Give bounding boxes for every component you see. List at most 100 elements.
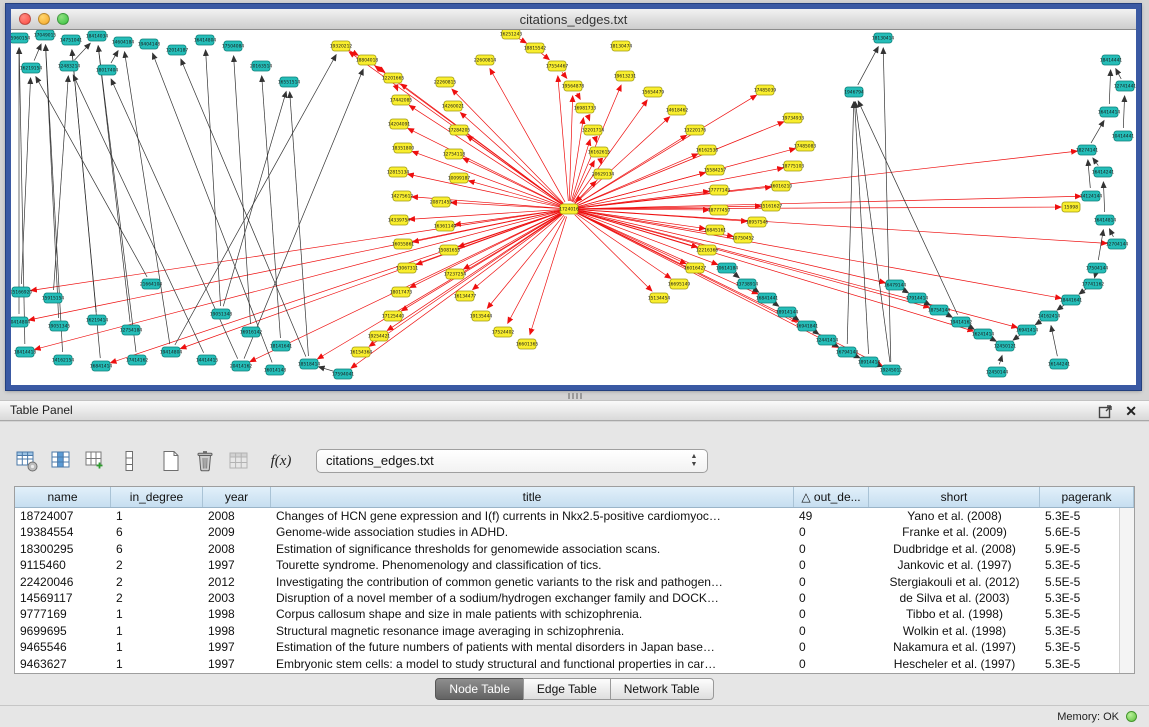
- graph-node[interactable]: 17777143: [708, 185, 731, 195]
- graph-node[interactable]: 18130414: [872, 33, 895, 43]
- column-header[interactable]: year: [203, 487, 271, 507]
- graph-node[interactable]: 17442085: [390, 95, 413, 105]
- graph-node[interactable]: 14124144: [1080, 191, 1103, 201]
- graph-node[interactable]: 18130474: [610, 41, 633, 51]
- graph-node[interactable]: 16016210: [770, 181, 793, 191]
- graph-node[interactable]: 17284205: [448, 125, 471, 135]
- graph-node[interactable]: 18957546: [746, 217, 769, 227]
- graph-node[interactable]: 17554467: [546, 61, 569, 71]
- table-row[interactable]: 969969511998Structural magnetic resonanc…: [15, 623, 1134, 639]
- graph-node[interactable]: 25166920: [11, 287, 32, 297]
- new-network-icon[interactable]: [158, 448, 184, 474]
- graph-node[interactable]: 14275612: [391, 191, 414, 201]
- table-row[interactable]: 2242004622012Investigating the contribut…: [15, 574, 1134, 590]
- graph-node[interactable]: 16601365: [516, 339, 539, 349]
- close-panel-icon[interactable]: ✕: [1125, 402, 1137, 421]
- graph-node[interactable]: 17524402: [492, 327, 515, 337]
- graph-node[interactable]: 16551514: [278, 77, 301, 87]
- graph-node[interactable]: 12014187: [166, 45, 189, 55]
- graph-node[interactable]: 19245012: [880, 365, 903, 375]
- graph-node[interactable]: 16695149: [668, 279, 691, 289]
- graph-node[interactable]: 16251243: [500, 30, 523, 39]
- graph-node[interactable]: 22260815: [434, 77, 457, 87]
- graph-node[interactable]: 17504144: [1086, 263, 1109, 273]
- graph-node[interactable]: 20629134: [592, 169, 615, 179]
- memory-status-indicator[interactable]: [1126, 711, 1137, 722]
- graph-node[interactable]: 14604184: [112, 37, 135, 47]
- graph-node[interactable]: 17594041: [332, 369, 355, 379]
- graph-node[interactable]: 14260021: [442, 101, 465, 111]
- graph-node[interactable]: 16981733: [574, 103, 597, 113]
- graph-node[interactable]: 18141641: [270, 341, 293, 351]
- graph-node[interactable]: 18914414: [858, 357, 881, 367]
- graph-node[interactable]: 16414241: [1092, 167, 1115, 177]
- graph-node[interactable]: 19613231: [614, 71, 637, 81]
- graph-node[interactable]: 19414804: [160, 347, 183, 357]
- graph-node[interactable]: 12216366: [696, 245, 719, 255]
- graph-node[interactable]: 15584257: [704, 165, 727, 175]
- graph-node[interactable]: 16479144: [884, 280, 907, 290]
- graph-node[interactable]: 10614184: [716, 263, 739, 273]
- graph-node[interactable]: 17504084: [222, 41, 245, 51]
- graph-node[interactable]: 16162536: [696, 145, 719, 155]
- row-height-icon[interactable]: [116, 448, 142, 474]
- graph-node[interactable]: 10414804: [11, 317, 30, 327]
- graph-node[interactable]: 12815134: [387, 167, 410, 177]
- graph-node[interactable]: 12704144: [1106, 239, 1129, 249]
- window-titlebar[interactable]: citations_edges.txt: [11, 9, 1136, 30]
- graph-node[interactable]: 17741162: [1082, 279, 1105, 289]
- graph-node[interactable]: 32201714: [582, 125, 605, 135]
- graph-node[interactable]: 14162154: [52, 355, 75, 365]
- graph-node[interactable]: 1946794: [844, 87, 864, 97]
- network-canvas[interactable]: 1724016162512431881554217554467195648781…: [11, 30, 1136, 385]
- graph-node[interactable]: 16134477: [454, 291, 477, 301]
- graph-node[interactable]: 18017473: [390, 287, 413, 297]
- graph-node[interactable]: 17485083: [794, 141, 817, 151]
- graph-node[interactable]: 18775103: [782, 161, 805, 171]
- graph-node[interactable]: 15915154: [42, 293, 65, 303]
- table-mode-icon[interactable]: [14, 448, 40, 474]
- column-header[interactable]: title: [271, 487, 794, 507]
- table-row[interactable]: 977716911998Corpus callosum shape and si…: [15, 606, 1134, 622]
- graph-node[interactable]: 13220176: [684, 125, 707, 135]
- graph-node[interactable]: 16414804: [194, 35, 217, 45]
- graph-node[interactable]: 12754184: [120, 325, 143, 335]
- graph-node[interactable]: 17414162: [126, 355, 149, 365]
- function-builder-icon[interactable]: f(x): [268, 448, 294, 474]
- graph-node[interactable]: 18914144: [776, 307, 799, 317]
- graph-node[interactable]: 19254421: [368, 331, 391, 341]
- graph-node[interactable]: 18815542: [524, 43, 547, 53]
- graph-node[interactable]: 16154364: [350, 347, 373, 357]
- graph-node[interactable]: 22600814: [474, 55, 497, 65]
- table-row[interactable]: 1872400712008Changes of HCN gene express…: [15, 508, 1134, 524]
- graph-node[interactable]: 18441641: [1060, 295, 1083, 305]
- graph-node[interactable]: 16219414: [86, 315, 109, 325]
- show-column-icon[interactable]: [48, 448, 74, 474]
- table-row[interactable]: 946362711997Embryonic stem cells: a mode…: [15, 656, 1134, 672]
- graph-node[interactable]: 18754144: [928, 305, 951, 315]
- graph-node[interactable]: 17485039: [754, 85, 777, 95]
- graph-node[interactable]: 16014148: [264, 365, 287, 375]
- graph-node[interactable]: 18777450: [708, 205, 731, 215]
- graph-node[interactable]: 12754118: [443, 149, 466, 159]
- graph-node[interactable]: 18351800: [392, 143, 415, 153]
- graph-node[interactable]: 1724016: [559, 204, 579, 214]
- column-header[interactable]: in_degree: [111, 487, 203, 507]
- graph-node[interactable]: 16845161: [704, 225, 727, 235]
- graph-node[interactable]: 15960154: [11, 33, 30, 43]
- graph-node[interactable]: 19051348: [210, 309, 233, 319]
- create-column-icon[interactable]: [82, 448, 108, 474]
- graph-node[interactable]: 19051345: [48, 321, 71, 331]
- graph-node[interactable]: 16916142: [240, 327, 263, 337]
- graph-node[interactable]: 16841414: [90, 361, 113, 371]
- column-header[interactable]: pagerank: [1040, 487, 1134, 507]
- graph-node[interactable]: 18414034: [86, 31, 109, 41]
- graph-node[interactable]: 18518414: [298, 359, 321, 369]
- graph-node[interactable]: 12741441: [1114, 81, 1136, 91]
- graph-node[interactable]: 18414441: [1100, 55, 1123, 65]
- graph-node[interactable]: 19404148: [138, 39, 161, 49]
- import-table-icon[interactable]: [226, 448, 252, 474]
- graph-node[interactable]: 13067311: [396, 263, 419, 273]
- graph-node[interactable]: 16361149: [434, 221, 457, 231]
- graph-node[interactable]: 15161627: [760, 201, 783, 211]
